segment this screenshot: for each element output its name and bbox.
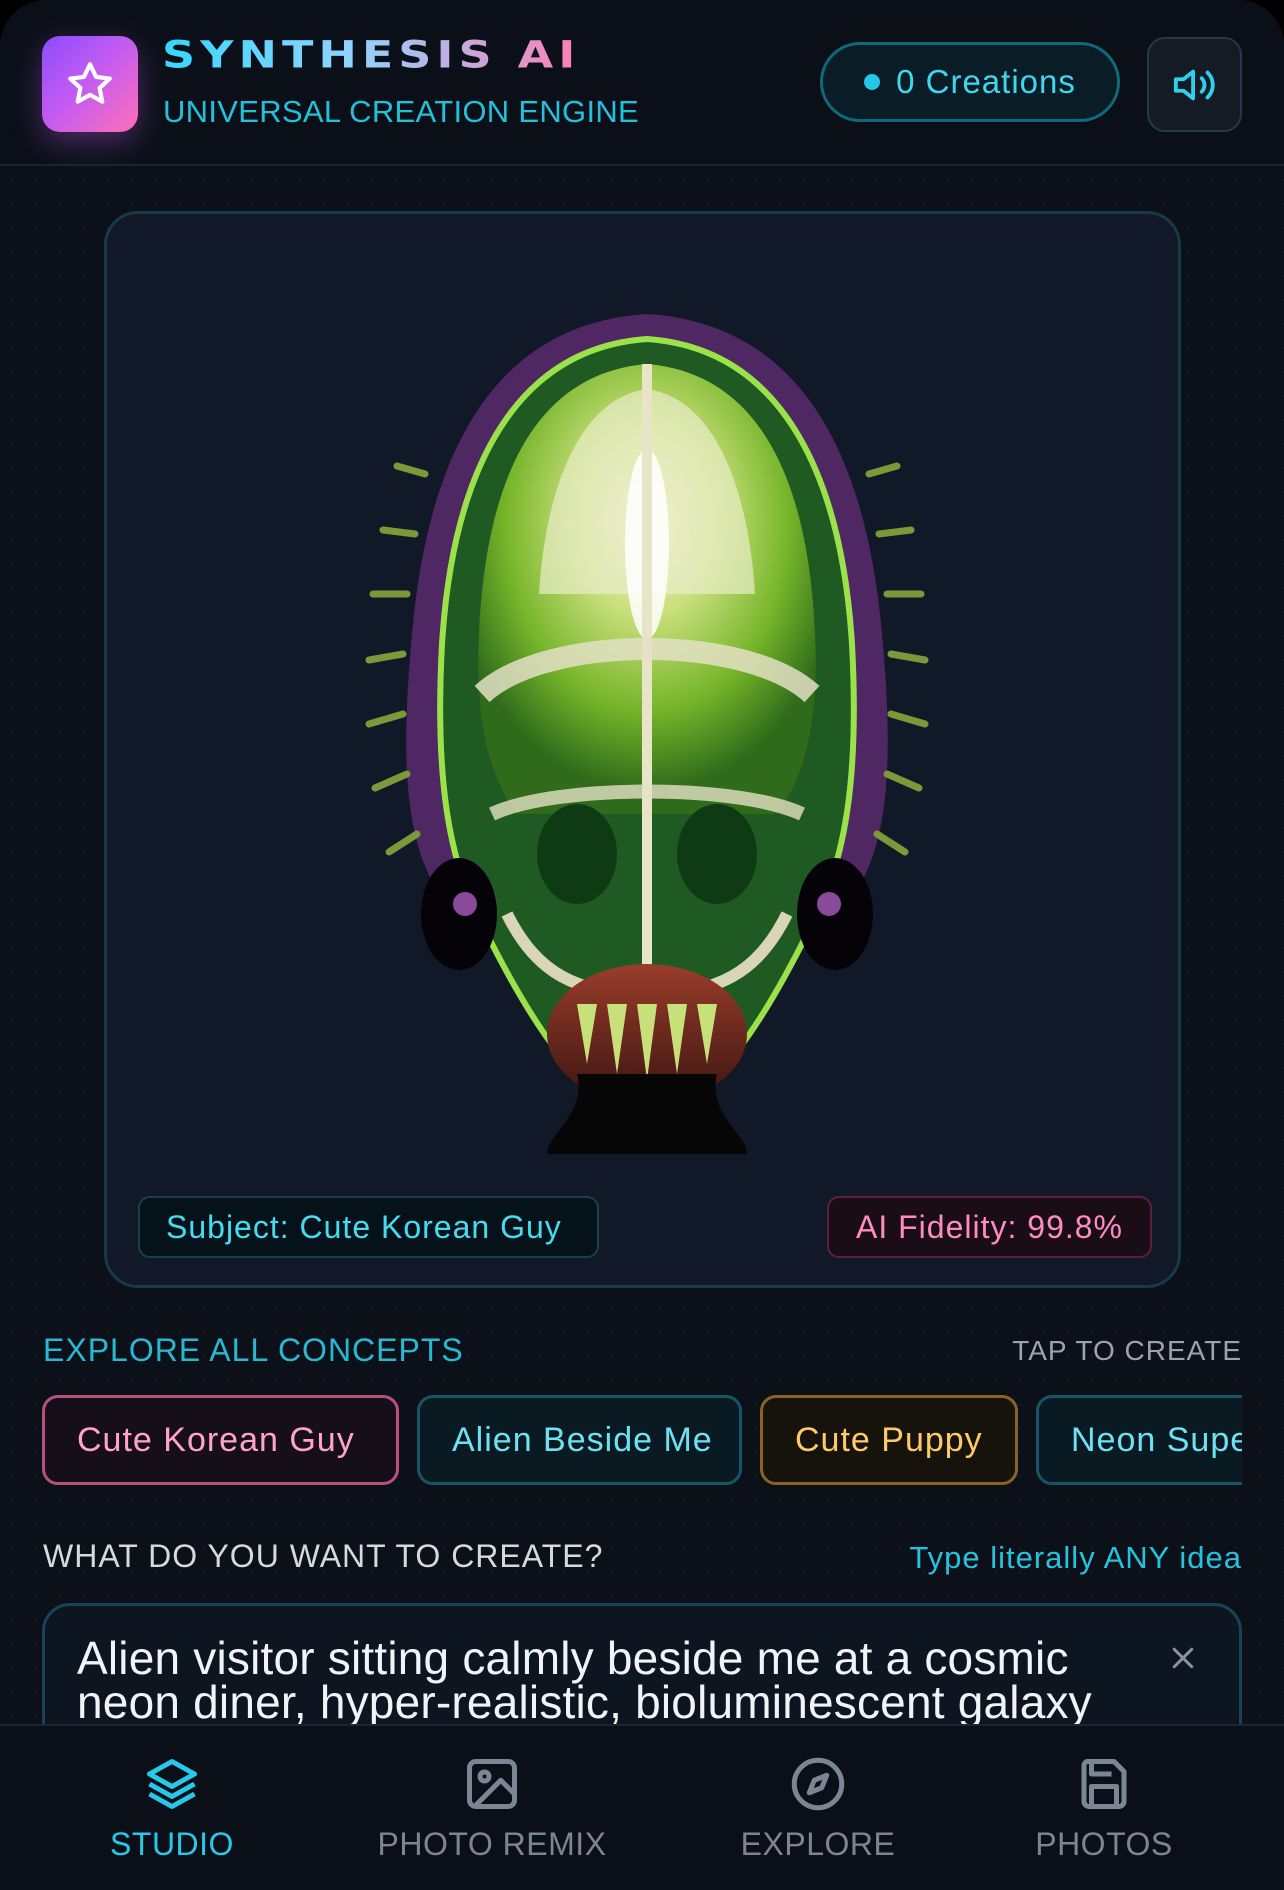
save-icon (1081, 1759, 1127, 1809)
fidelity-chip: AI Fidelity: 99.8% (827, 1196, 1152, 1258)
close-icon (1172, 1647, 1194, 1669)
concept-chip-alien-beside-me[interactable]: Alien Beside Me (417, 1395, 742, 1485)
creations-count-label: 0 Creations (896, 63, 1076, 100)
creations-counter[interactable]: 0 Creations (820, 42, 1120, 122)
nav-label-photos: PHOTOS (1035, 1826, 1173, 1862)
app-title: SYNTHESIS AI (162, 32, 581, 77)
nav-item-photo-remix[interactable]: PHOTO REMIX (372, 1726, 612, 1890)
nav-label-photo-remix: PHOTO REMIX (377, 1826, 607, 1862)
nav-label-studio: STUDIO (110, 1826, 234, 1862)
status-dot (864, 74, 881, 90)
sound-toggle-button[interactable] (1147, 37, 1242, 132)
concept-chip-neon-supe[interactable]: Neon Supe (1036, 1395, 1242, 1485)
concept-chip-cute-puppy[interactable]: Cute Puppy (760, 1395, 1018, 1485)
nav-item-studio[interactable]: STUDIO (92, 1726, 252, 1890)
bottom-nav: STUDIO PHOTO REMIX EXPLORE PHOTOS (0, 1724, 1284, 1890)
app-logo (42, 36, 138, 132)
prompt-text[interactable]: Alien visitor sitting calmly beside me a… (77, 1635, 1129, 1725)
generated-alien-image (365, 314, 929, 1154)
clear-prompt-button[interactable] (1165, 1640, 1201, 1676)
generated-image-preview[interactable]: Subject: Cute Korean Guy AI Fidelity: 99… (104, 211, 1181, 1288)
layers-icon (147, 1759, 197, 1809)
subject-chip: Subject: Cute Korean Guy (138, 1196, 599, 1258)
star-icon (68, 62, 112, 104)
app-header: SYNTHESIS AI UNIVERSAL CREATION ENGINE 0… (0, 0, 1284, 166)
concepts-hint: TAP TO CREATE (1012, 1335, 1242, 1366)
app-frame: SYNTHESIS AI UNIVERSAL CREATION ENGINE 0… (0, 0, 1284, 1890)
app-subtitle: UNIVERSAL CREATION ENGINE (163, 94, 640, 129)
nav-label-explore: EXPLORE (740, 1826, 896, 1862)
prompt-hint: Type literally ANY idea (909, 1540, 1242, 1575)
concept-chip-cute-korean-guy[interactable]: Cute Korean Guy (42, 1395, 399, 1485)
compass-icon (791, 1757, 845, 1811)
nav-item-explore[interactable]: EXPLORE (728, 1726, 908, 1890)
volume-icon (1173, 69, 1215, 100)
image-icon (467, 1759, 517, 1809)
concepts-heading: EXPLORE ALL CONCEPTS (43, 1332, 464, 1368)
nav-item-photos[interactable]: PHOTOS (1024, 1726, 1184, 1890)
prompt-heading: WHAT DO YOU WANT TO CREATE? (43, 1538, 604, 1574)
concepts-carousel[interactable]: Cute Korean Guy Alien Beside Me Cute Pup… (42, 1395, 1242, 1485)
